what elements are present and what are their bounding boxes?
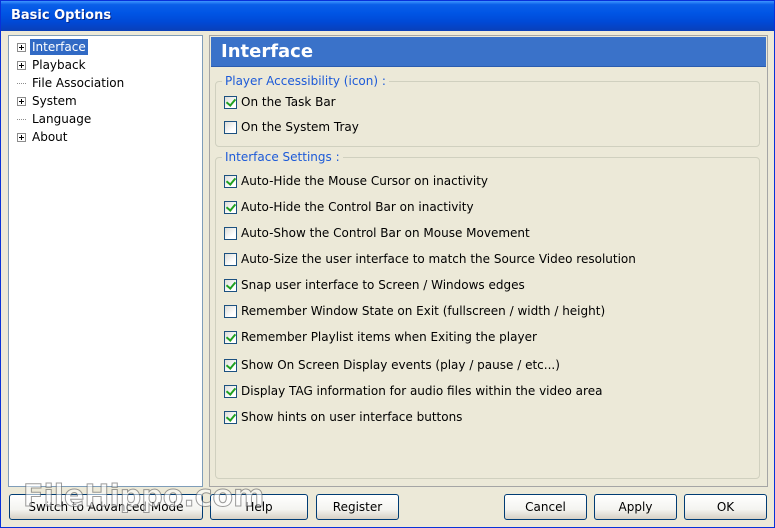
checkbox[interactable] <box>224 330 237 344</box>
panel-title: Interface <box>221 41 314 62</box>
expand-icon[interactable] <box>17 96 26 106</box>
tree-item-language[interactable]: Language <box>17 110 93 128</box>
option-system-tray[interactable]: On the System Tray <box>224 119 359 135</box>
checkbox[interactable] <box>224 358 237 372</box>
tree-item-label[interactable]: About <box>30 129 69 145</box>
group-legend: Interface Settings : <box>222 150 343 164</box>
tree-item-about[interactable]: About <box>17 128 69 146</box>
checkbox[interactable] <box>224 304 237 318</box>
help-button[interactable]: Help <box>210 494 308 520</box>
option-label[interactable]: Auto-Hide the Mouse Cursor on inactivity <box>241 174 488 188</box>
expand-icon[interactable] <box>17 132 26 142</box>
option-label[interactable]: On the System Tray <box>241 120 359 134</box>
option-snap-edges[interactable]: Snap user interface to Screen / Windows … <box>224 277 525 293</box>
apply-button[interactable]: Apply <box>594 494 677 520</box>
option-remember-window[interactable]: Remember Window State on Exit (fullscree… <box>224 303 605 319</box>
option-autohide-cursor[interactable]: Auto-Hide the Mouse Cursor on inactivity <box>224 173 488 189</box>
tree-item-label[interactable]: Playback <box>30 57 88 73</box>
option-label[interactable]: Remember Window State on Exit (fullscree… <box>241 304 605 318</box>
interface-settings-group: Interface Settings : Auto-Hide the Mouse… <box>215 150 760 479</box>
option-remember-playlist[interactable]: Remember Playlist items when Exiting the… <box>224 329 537 345</box>
tree-item-interface[interactable]: Interface <box>17 38 88 56</box>
tree-line-icon <box>17 75 26 84</box>
checkbox[interactable] <box>224 174 237 188</box>
checkbox[interactable] <box>224 120 237 134</box>
tree-item-label[interactable]: System <box>30 93 79 109</box>
tree-item-system[interactable]: System <box>17 92 79 110</box>
tree-line-icon <box>17 111 26 120</box>
option-label[interactable]: Remember Playlist items when Exiting the… <box>241 330 537 344</box>
options-window: Basic Options Interface Playback File As… <box>0 0 775 528</box>
option-label[interactable]: Auto-Size the user interface to match th… <box>241 252 636 266</box>
window-title: Basic Options <box>11 8 112 23</box>
checkbox[interactable] <box>224 410 237 424</box>
option-autosize[interactable]: Auto-Size the user interface to match th… <box>224 251 636 267</box>
tree-item-label[interactable]: Interface <box>30 39 88 55</box>
group-legend: Player Accessibility (icon) : <box>222 74 389 88</box>
option-show-hints[interactable]: Show hints on user interface buttons <box>224 409 462 425</box>
option-label[interactable]: Show On Screen Display events (play / pa… <box>241 358 560 372</box>
option-label[interactable]: Auto-Show the Control Bar on Mouse Movem… <box>241 226 530 240</box>
option-label[interactable]: On the Task Bar <box>241 95 336 109</box>
cancel-button[interactable]: Cancel <box>504 494 587 520</box>
expand-icon[interactable] <box>17 60 26 70</box>
checkbox[interactable] <box>224 278 237 292</box>
switch-advanced-mode-button[interactable]: Switch to Advanced Mode <box>9 494 203 520</box>
option-autoshow-controlbar[interactable]: Auto-Show the Control Bar on Mouse Movem… <box>224 225 530 241</box>
option-label[interactable]: Show hints on user interface buttons <box>241 410 462 424</box>
option-autohide-controlbar[interactable]: Auto-Hide the Control Bar on inactivity <box>224 199 474 215</box>
category-tree[interactable]: Interface Playback File Association Syst… <box>8 35 203 487</box>
settings-panel: Interface Player Accessibility (icon) : … <box>209 35 768 487</box>
checkbox[interactable] <box>224 384 237 398</box>
register-button[interactable]: Register <box>316 494 399 520</box>
ok-button[interactable]: OK <box>684 494 767 520</box>
tree-item-label[interactable]: Language <box>30 111 93 127</box>
accessibility-group: Player Accessibility (icon) : On the Tas… <box>215 74 760 147</box>
checkbox[interactable] <box>224 252 237 266</box>
option-label[interactable]: Snap user interface to Screen / Windows … <box>241 278 525 292</box>
title-bar[interactable]: Basic Options <box>1 1 774 31</box>
tree-item-playback[interactable]: Playback <box>17 56 88 74</box>
expand-icon[interactable] <box>17 42 26 52</box>
checkbox[interactable] <box>224 95 237 109</box>
option-task-bar[interactable]: On the Task Bar <box>224 94 336 110</box>
checkbox[interactable] <box>224 200 237 214</box>
checkbox[interactable] <box>224 226 237 240</box>
option-label[interactable]: Auto-Hide the Control Bar on inactivity <box>241 200 474 214</box>
option-tag-info[interactable]: Display TAG information for audio files … <box>224 383 602 399</box>
panel-header: Interface <box>211 37 766 67</box>
tree-item-label[interactable]: File Association <box>30 75 126 91</box>
tree-item-file-association[interactable]: File Association <box>17 74 126 92</box>
option-osd-events[interactable]: Show On Screen Display events (play / pa… <box>224 357 560 373</box>
option-label[interactable]: Display TAG information for audio files … <box>241 384 602 398</box>
